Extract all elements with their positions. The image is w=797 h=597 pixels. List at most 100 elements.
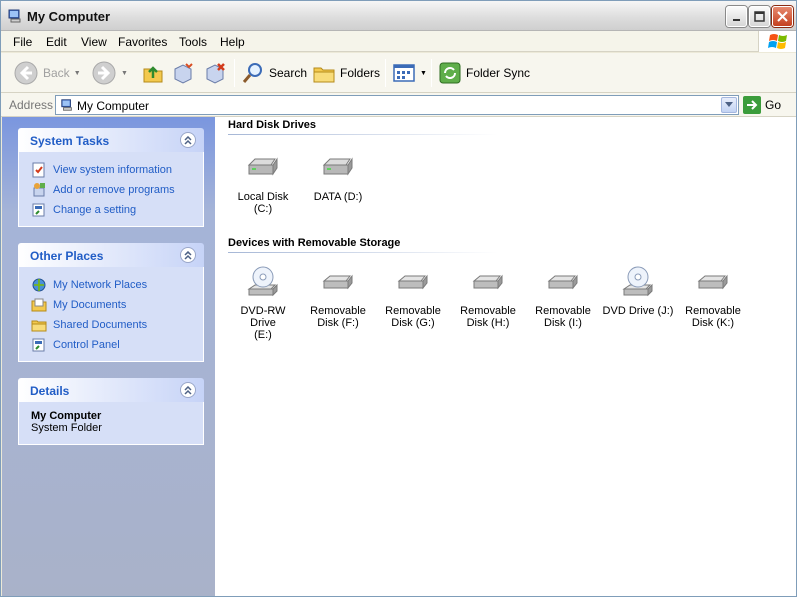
drive-label-line2: Disk (F:) bbox=[317, 317, 359, 329]
back-label: Back bbox=[43, 66, 70, 80]
removable-drive-item[interactable]: DVD-RW Drive (E:) bbox=[227, 265, 299, 341]
drive-label: Removable bbox=[310, 305, 366, 317]
removable-disk-icon bbox=[547, 274, 578, 290]
my-documents-link[interactable]: My Documents bbox=[31, 295, 193, 315]
back-dropdown-icon[interactable]: ▼ bbox=[74, 70, 81, 77]
windows-logo-icon bbox=[758, 31, 796, 52]
add-remove-programs-link[interactable]: Add or remove programs bbox=[31, 180, 193, 200]
group-removable-storage: Devices with Removable Storage bbox=[228, 237, 401, 249]
window-title: My Computer bbox=[27, 9, 111, 24]
menu-file[interactable]: File bbox=[13, 35, 32, 49]
minimize-button[interactable] bbox=[726, 6, 747, 27]
up-folder-button[interactable] bbox=[141, 59, 165, 87]
system-tasks-header[interactable]: System Tasks bbox=[18, 128, 204, 152]
system-information-icon bbox=[32, 162, 45, 178]
details-type: System Folder bbox=[31, 422, 102, 434]
network-places-icon bbox=[32, 278, 46, 292]
removable-disk-icon bbox=[472, 274, 503, 290]
details-panel: Details My Computer System Folder bbox=[18, 378, 204, 445]
drive-data-d[interactable]: DATA (D:) bbox=[302, 151, 374, 203]
drive-label-line2: Disk (G:) bbox=[391, 317, 435, 329]
system-tasks-title: System Tasks bbox=[30, 134, 110, 148]
folder-sync-icon bbox=[439, 62, 461, 84]
address-value: My Computer bbox=[77, 99, 150, 113]
delete-button[interactable] bbox=[203, 59, 227, 87]
change-setting-link[interactable]: Change a setting bbox=[31, 200, 193, 220]
folders-icon bbox=[313, 67, 335, 83]
details-name: My Computer bbox=[31, 410, 102, 422]
address-bar: Address My Computer Go bbox=[1, 93, 796, 117]
removable-drive-item[interactable]: Removable Disk (H:) bbox=[452, 265, 524, 329]
collapse-icon[interactable] bbox=[180, 247, 196, 263]
drive-label: Removable bbox=[385, 305, 441, 317]
forward-arrow-icon bbox=[92, 61, 116, 85]
drive-label: Removable bbox=[685, 305, 741, 317]
my-computer-icon bbox=[8, 9, 21, 23]
views-dropdown-icon[interactable]: ▼ bbox=[420, 70, 427, 77]
menu-view[interactable]: View bbox=[81, 35, 107, 49]
removable-drive-item[interactable]: Removable Disk (G:) bbox=[377, 265, 449, 329]
go-button[interactable]: Go bbox=[743, 95, 781, 115]
drive-label-line2: Disk (I:) bbox=[544, 317, 582, 329]
address-input[interactable]: My Computer bbox=[55, 95, 739, 115]
my-network-places-link[interactable]: My Network Places bbox=[31, 275, 193, 295]
other-places-header[interactable]: Other Places bbox=[18, 243, 204, 267]
drive-label: Removable bbox=[535, 305, 591, 317]
removable-drive-item[interactable]: Removable Disk (K:) bbox=[677, 265, 749, 329]
maximize-button[interactable] bbox=[749, 6, 770, 27]
removable-disk-icon bbox=[397, 274, 428, 290]
up-folder-icon bbox=[143, 66, 163, 83]
move-to-icon bbox=[174, 63, 193, 84]
removable-drive-item[interactable]: Removable Disk (I:) bbox=[527, 265, 599, 329]
folders-button[interactable]: Folders bbox=[312, 59, 380, 87]
details-header[interactable]: Details bbox=[18, 378, 204, 402]
removable-drive-item[interactable]: DVD Drive (J:) bbox=[602, 265, 674, 317]
view-system-information-link[interactable]: View system information bbox=[31, 160, 193, 180]
close-button[interactable] bbox=[772, 6, 793, 27]
add-remove-programs-icon bbox=[33, 183, 45, 197]
back-button[interactable]: Back ▼ bbox=[13, 59, 81, 87]
toolbar: Back ▼ ▼ Search Folders ▼ Folder Sync bbox=[1, 53, 796, 93]
folder-sync-label: Folder Sync bbox=[466, 66, 531, 80]
menu-tools[interactable]: Tools bbox=[179, 35, 207, 49]
title-bar[interactable]: My Computer bbox=[1, 1, 796, 31]
my-computer-icon bbox=[61, 99, 72, 111]
file-list-view: Hard Disk Drives Local Disk (C:) DATA (D… bbox=[215, 117, 796, 596]
control-panel-link[interactable]: Control Panel bbox=[31, 335, 193, 355]
address-dropdown-icon[interactable] bbox=[721, 97, 737, 113]
control-panel-icon bbox=[32, 203, 45, 217]
address-label: Address bbox=[9, 98, 54, 112]
removable-disk-icon bbox=[697, 274, 728, 290]
control-panel-icon bbox=[32, 338, 45, 352]
drive-label-line2: Disk (H:) bbox=[466, 317, 510, 329]
go-arrow-icon bbox=[743, 96, 761, 114]
drive-label: Removable bbox=[460, 305, 516, 317]
menu-help[interactable]: Help bbox=[220, 35, 245, 49]
other-places-title: Other Places bbox=[30, 249, 104, 263]
collapse-icon[interactable] bbox=[180, 382, 196, 398]
forward-dropdown-icon[interactable]: ▼ bbox=[121, 70, 128, 77]
drive-local-disk-c[interactable]: Local Disk (C:) bbox=[227, 151, 299, 215]
hard-disk-icon bbox=[247, 157, 278, 176]
search-icon bbox=[242, 63, 262, 83]
back-arrow-icon bbox=[14, 61, 38, 85]
folders-label: Folders bbox=[340, 66, 381, 80]
system-tasks-panel: System Tasks View system information Add… bbox=[18, 128, 204, 227]
move-to-button[interactable] bbox=[171, 59, 195, 87]
forward-button[interactable]: ▼ bbox=[91, 59, 128, 87]
removable-disk-icon bbox=[322, 274, 353, 290]
menu-edit[interactable]: Edit bbox=[46, 35, 67, 49]
folder-sync-button[interactable]: Folder Sync bbox=[438, 59, 530, 87]
delete-icon bbox=[206, 63, 225, 84]
search-button[interactable]: Search bbox=[241, 59, 307, 87]
removable-drive-item[interactable]: Removable Disk (F:) bbox=[302, 265, 374, 329]
menu-favorites[interactable]: Favorites bbox=[118, 35, 167, 49]
drive-label-line2: (E:) bbox=[254, 329, 272, 341]
views-icon bbox=[393, 64, 415, 82]
shared-folder-icon bbox=[31, 320, 47, 332]
collapse-icon[interactable] bbox=[180, 132, 196, 148]
drive-label-line2: Disk (K:) bbox=[691, 317, 735, 329]
views-button[interactable]: ▼ bbox=[392, 59, 427, 87]
shared-documents-link[interactable]: Shared Documents bbox=[31, 315, 193, 335]
explorer-window: My Computer File Edit View Favorites Too… bbox=[0, 0, 797, 597]
